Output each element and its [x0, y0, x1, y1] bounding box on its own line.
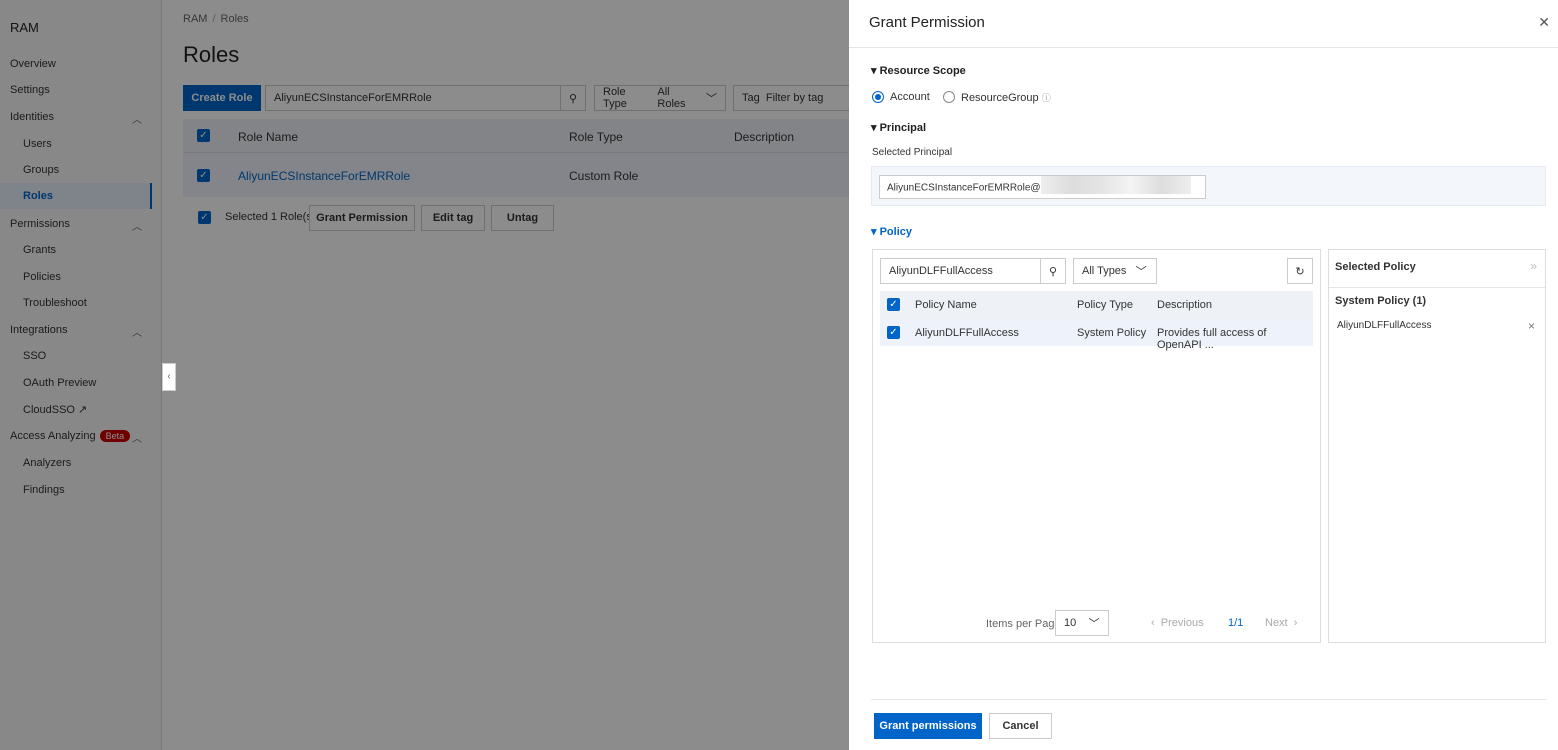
help-icon[interactable]: ⓘ: [1042, 93, 1051, 103]
collapse-sidebar-icon[interactable]: ‹: [162, 363, 176, 391]
redacted-account-id: [1040, 176, 1191, 194]
column-policy-name: Policy Name: [915, 299, 977, 311]
policy-row[interactable]: ✓ AliyunDLFFullAccess System Policy Prov…: [880, 319, 1313, 351]
policy-list-panel: AliyunDLFFullAccess ⚲ All Types ﹀ ↻ ✓ Po…: [872, 249, 1321, 643]
refresh-icon[interactable]: ↻: [1287, 258, 1313, 284]
policy-type: System Policy: [1077, 327, 1147, 339]
items-per-page-label: Items per Page: [986, 618, 1061, 630]
principal-tag: AliyunECSInstanceForEMRRole@: [879, 175, 1206, 199]
principal-heading[interactable]: ▾ Principal: [871, 121, 926, 134]
modal-overlay[interactable]: [0, 0, 849, 750]
system-policy-group: System Policy (1): [1335, 295, 1427, 307]
page-indicator: 1/1: [1228, 617, 1244, 629]
column-description: Description: [1157, 299, 1213, 311]
remove-icon[interactable]: ×: [1528, 319, 1535, 333]
policy-table-header: ✓ Policy Name Policy Type Description: [880, 291, 1313, 319]
chevron-down-icon: ﹀: [1088, 618, 1100, 630]
grant-permissions-button[interactable]: Grant permissions: [874, 713, 982, 739]
policy-name: AliyunDLFFullAccess: [915, 327, 1019, 339]
selected-policy-panel: Selected Policy » System Policy (1) Aliy…: [1328, 249, 1546, 643]
principal-box: AliyunECSInstanceForEMRRole@: [871, 166, 1546, 206]
selected-principal-label: Selected Principal: [872, 147, 953, 158]
label: Resource Scope: [879, 65, 966, 77]
select-all-policies-checkbox[interactable]: ✓: [887, 298, 900, 311]
selected-policy-item: AliyunDLFFullAccess: [1337, 320, 1432, 331]
next-button[interactable]: Next ›: [1265, 617, 1297, 629]
resourcegroup-label: ResourceGroup ⓘ: [961, 91, 1051, 104]
selected-policy-heading: Selected Policy: [1335, 261, 1416, 273]
previous-button[interactable]: ‹ Previous: [1151, 617, 1204, 629]
policy-row-checkbox[interactable]: ✓: [887, 326, 900, 339]
drawer-title: Grant Permission: [869, 14, 985, 31]
label: ResourceGroup: [961, 92, 1039, 104]
column-policy-type: Policy Type: [1077, 299, 1134, 311]
label: Policy: [879, 226, 912, 238]
policy-search-input[interactable]: AliyunDLFFullAccess: [880, 258, 1041, 284]
policy-type-select[interactable]: All Types ﹀: [1073, 258, 1157, 284]
value: 10: [1064, 617, 1077, 629]
label: Previous: [1160, 617, 1204, 629]
principal-value: AliyunECSInstanceForEMRRole@: [887, 182, 1041, 194]
chevron-down-icon: ﹀: [1135, 266, 1147, 278]
value: All Types: [1082, 265, 1127, 277]
close-icon[interactable]: ✕: [1538, 14, 1550, 31]
label: Next: [1265, 617, 1288, 629]
policy-description: Provides full access of OpenAPI ...: [1157, 327, 1267, 351]
radio-resourcegroup[interactable]: [943, 91, 955, 103]
account-label: Account: [890, 91, 930, 103]
items-per-page-select[interactable]: 10 ﹀: [1055, 610, 1109, 636]
double-chevron-right-icon[interactable]: »: [1530, 259, 1537, 273]
policy-heading[interactable]: ▾ Policy: [871, 225, 912, 238]
cancel-button[interactable]: Cancel: [989, 713, 1052, 739]
grant-permission-drawer: Grant Permission ✕ ▾ Resource Scope Acco…: [849, 0, 1558, 750]
search-icon[interactable]: ⚲: [1040, 258, 1066, 284]
radio-account[interactable]: [872, 91, 884, 103]
label: Principal: [879, 122, 927, 134]
resource-scope-heading[interactable]: ▾ Resource Scope: [871, 64, 966, 77]
